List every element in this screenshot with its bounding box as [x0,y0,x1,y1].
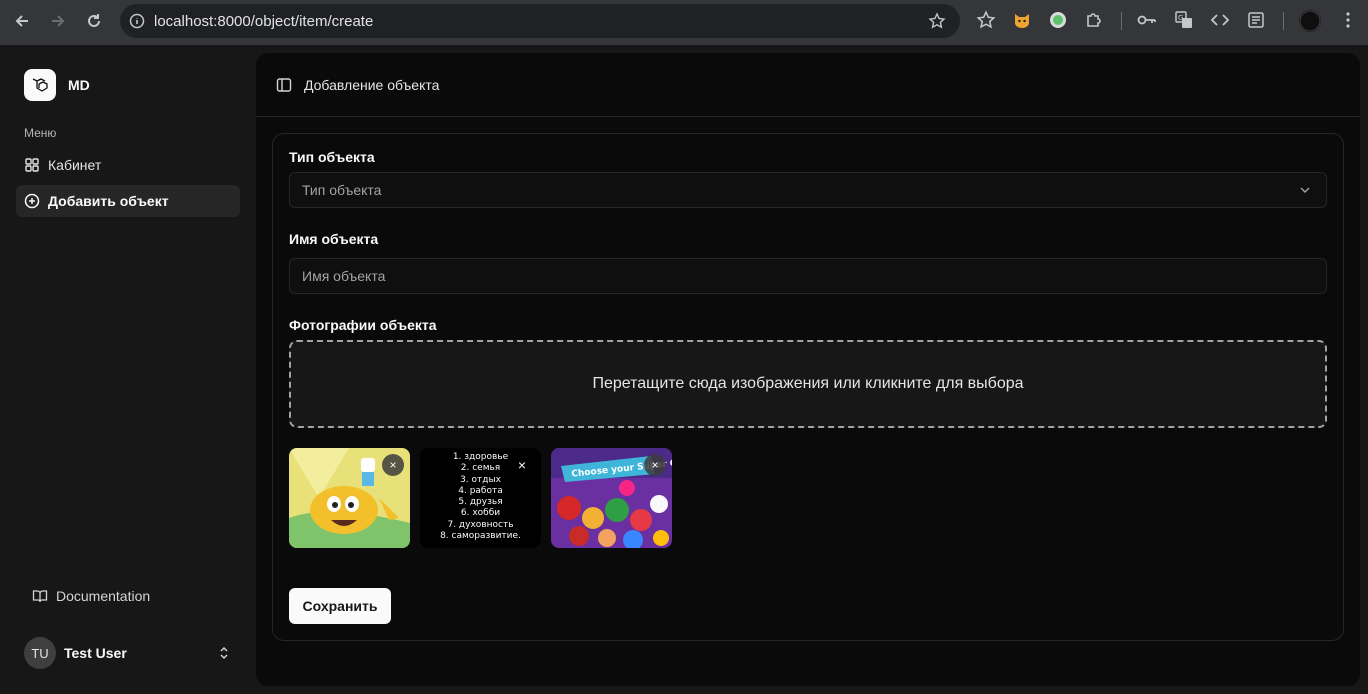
grid-icon [24,157,40,173]
page-title: Добавление объекта [304,76,440,93]
photo-thumbnails: × 1. здоровье 2. семья 3. отдых 4. работ… [289,448,682,548]
list-line: 7. духовность [447,519,514,530]
code-icon[interactable] [1210,10,1230,35]
star-icon[interactable] [976,10,996,35]
photo-thumbnail: 1. здоровье 2. семья 3. отдых 4. работа … [420,448,541,548]
sidebar-item-label: Кабинет [48,157,102,173]
create-object-form: Тип объекта Тип объекта Имя объекта Фото… [272,133,1344,641]
back-icon[interactable] [4,3,40,39]
profile-icon[interactable] [1298,9,1322,38]
reading-list-icon[interactable] [1246,10,1266,35]
address-bar[interactable]: localhost:8000/object/item/create [120,4,960,38]
photos-label: Фотографии объекта [289,317,437,333]
green-dot-extension-icon[interactable] [1048,10,1068,35]
brand-name: MD [68,77,90,93]
sidebar-item-cabinet[interactable]: Кабинет [16,149,240,181]
sidebar-item-label: Добавить объект [48,193,169,209]
name-input[interactable] [289,258,1327,294]
plus-circle-icon [24,193,40,209]
user-menu[interactable]: TU Test User [24,637,240,669]
reload-icon[interactable] [76,3,112,39]
type-select-value: Тип объекта [302,182,382,198]
list-line: 3. отдых [460,474,501,485]
bookmark-star-icon[interactable] [928,12,946,35]
sidebar-toggle-icon[interactable] [274,75,294,95]
list-line: 6. хобби [460,508,501,519]
list-line: 8. саморазвитие. [440,531,521,542]
remove-photo-button[interactable]: × [644,454,666,476]
chevrons-up-down-icon [216,645,232,666]
translate-icon[interactable]: G [1174,10,1194,35]
documentation-link[interactable]: Documentation [32,588,150,604]
chevron-down-icon [1298,183,1312,200]
svg-text:G: G [1178,14,1183,22]
photo-thumbnail: Choose your Super C... × [551,448,672,548]
browser-toolbar: localhost:8000/object/item/create G [0,0,1368,45]
brand[interactable]: MD [24,69,90,101]
key-icon[interactable] [1136,10,1158,35]
documentation-label: Documentation [56,588,151,604]
save-button[interactable]: Сохранить [289,588,391,624]
laravel-logo-icon [24,69,56,101]
app-shell: MD Меню Кабинет Добавить объект Document… [0,45,1368,694]
page-header: Добавление объекта [256,53,1360,117]
avatar: TU [24,637,56,669]
list-line: 5. друзья [458,497,503,508]
type-label: Тип объекта [289,149,375,165]
book-open-icon [32,588,48,604]
sidebar: MD Меню Кабинет Добавить объект Document… [0,45,256,694]
list-line: 4. работа [458,485,503,496]
type-select[interactable]: Тип объекта [289,172,1327,208]
cat-extension-icon[interactable] [1012,10,1032,35]
toolbar-divider [1283,12,1284,30]
remove-photo-button[interactable]: × [382,454,404,476]
dropzone-text: Перетащите сюда изображения или кликните… [592,375,1024,392]
site-info-icon[interactable] [120,13,154,29]
name-label: Имя объекта [289,231,379,247]
forward-icon[interactable] [40,3,76,39]
user-name: Test User [64,645,127,661]
puzzle-icon[interactable] [1084,10,1104,35]
toolbar-divider [1121,12,1122,30]
sidebar-item-add-object[interactable]: Добавить объект [16,185,240,217]
main-content: Добавление объекта Тип объекта Тип объек… [256,53,1360,686]
photo-thumbnail: × [289,448,410,548]
url-text[interactable]: localhost:8000/object/item/create [154,13,373,30]
browser-menu-icon[interactable] [1344,10,1352,35]
menu-label: Меню [24,126,57,140]
remove-photo-button[interactable]: × [511,454,533,476]
photo-dropzone[interactable]: Перетащите сюда изображения или кликните… [289,340,1327,428]
